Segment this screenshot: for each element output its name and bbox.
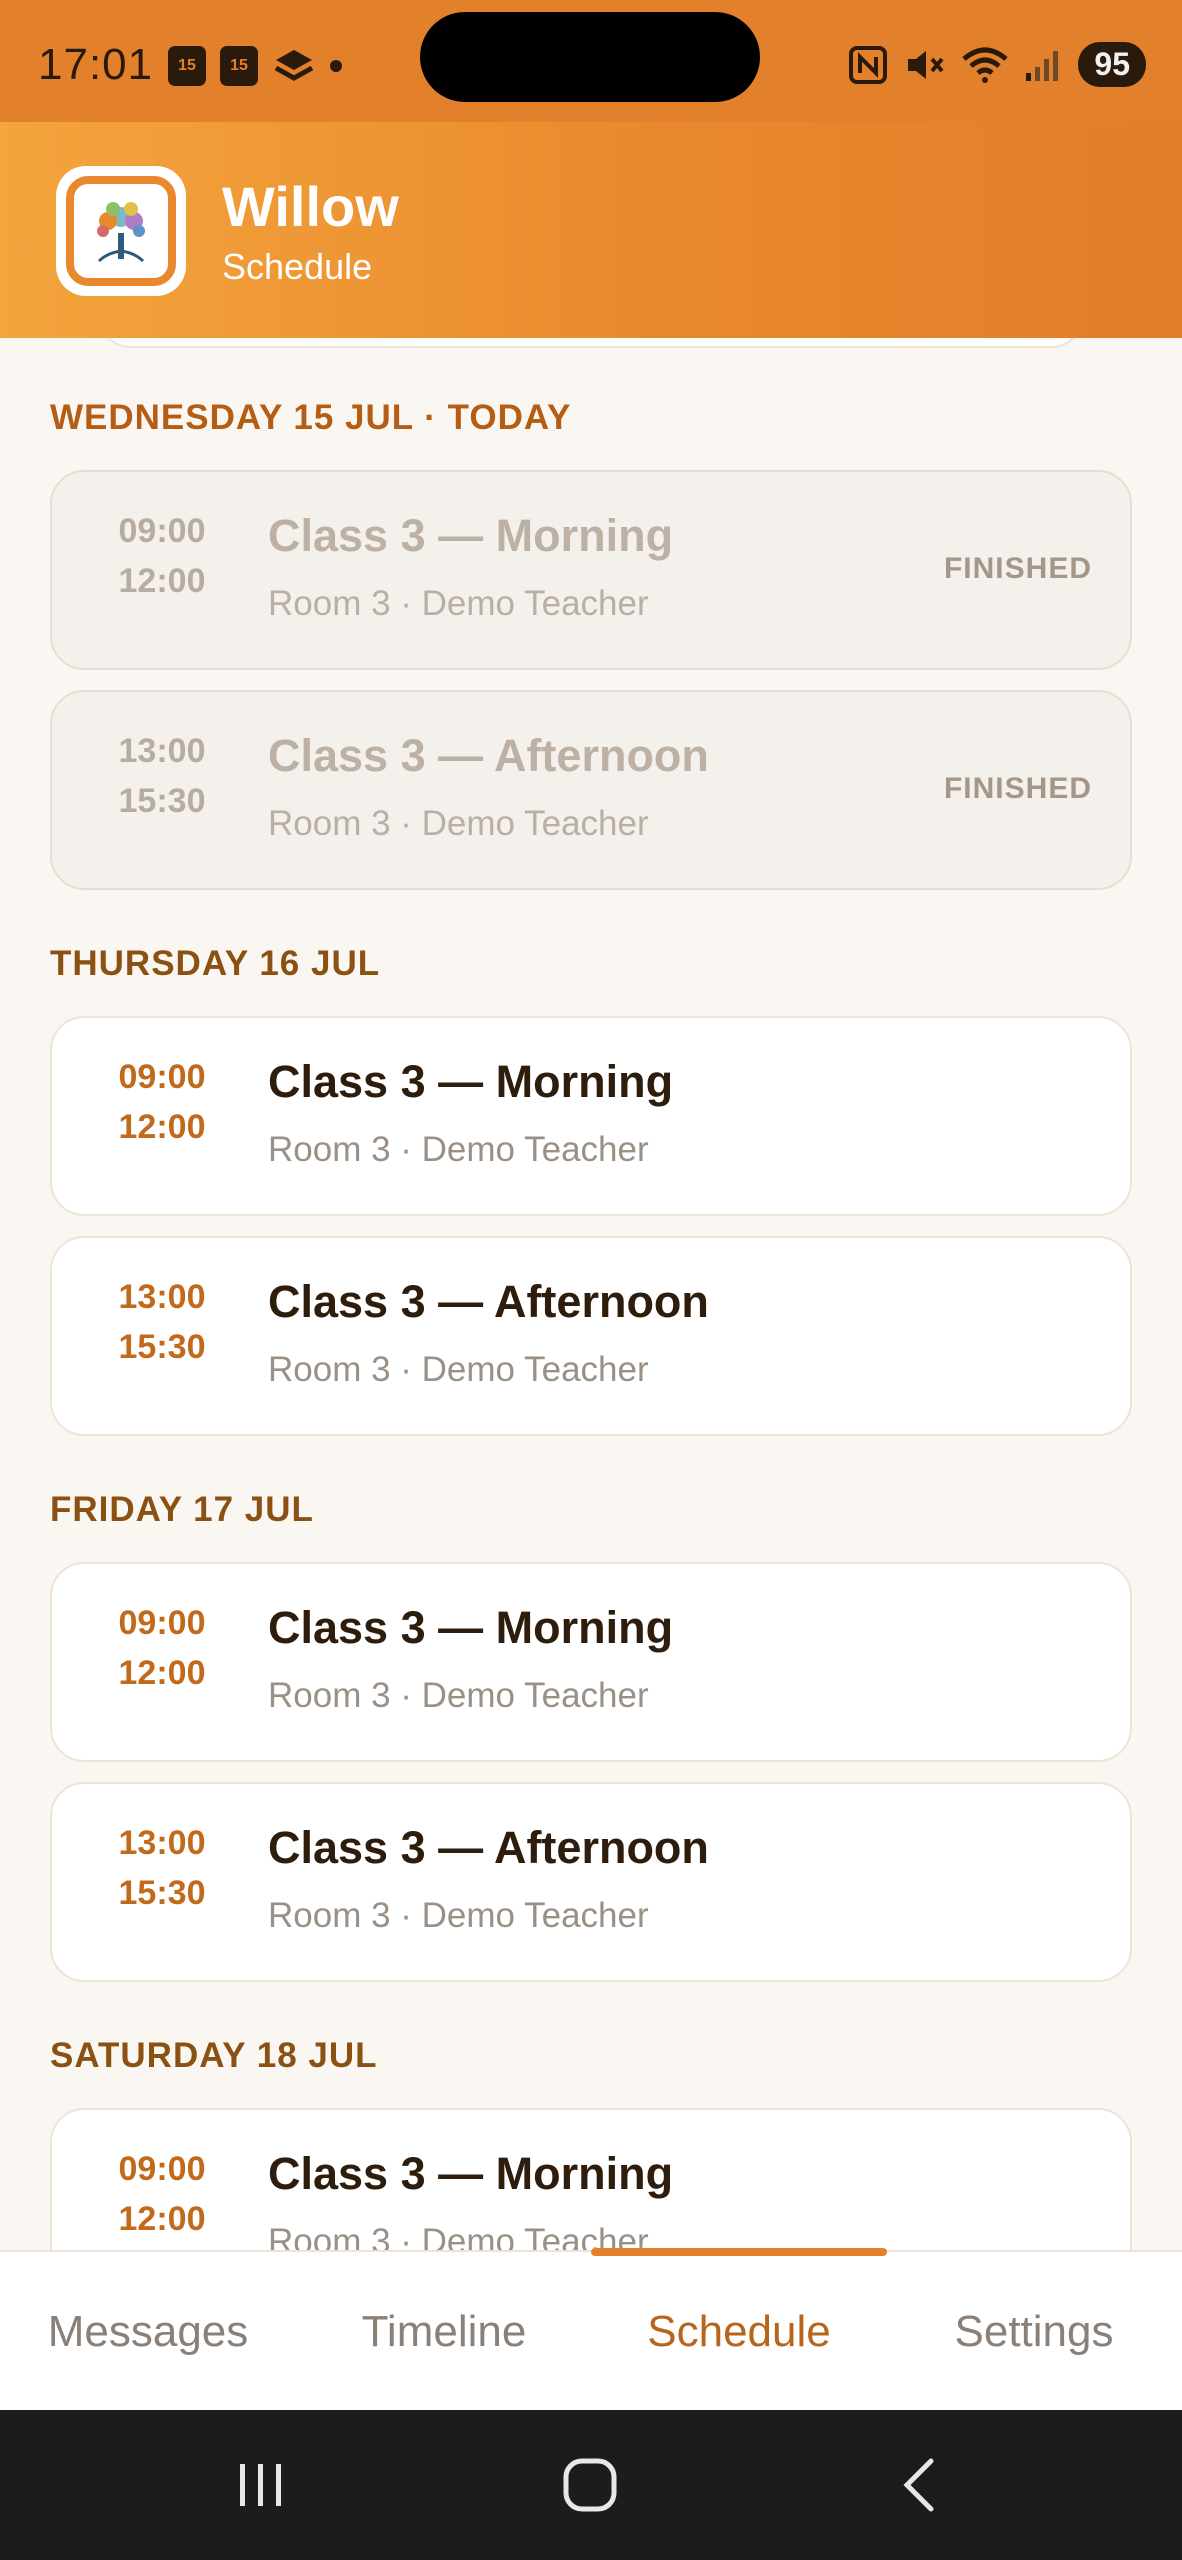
session-time: 09:00 12:00 (110, 506, 214, 606)
mute-icon (908, 50, 944, 79)
recents-icon (240, 2464, 281, 2506)
session-card[interactable]: 09:00 12:00 Class 3 — Morning Room 3 · D… (50, 1562, 1132, 1762)
session-time: 09:00 12:00 (110, 1598, 214, 1698)
session-card[interactable]: 09:00 12:00 Class 3 — Morning Room 3 · D… (50, 470, 1132, 670)
schedule-list[interactable]: WEDNESDAY 15 JUL · TODAY 09:00 12:00 Cla… (0, 338, 1182, 2250)
session-title: Class 3 — Afternoon (268, 1276, 709, 1327)
status-badge: FINISHED (943, 552, 1092, 585)
session-meta: Room 3 · Demo Teacher (268, 1130, 649, 1169)
end-time: 12:00 (118, 2200, 206, 2238)
more-notifications-dot (330, 60, 342, 72)
end-time: 15:30 (118, 782, 206, 820)
camera-notch (420, 12, 760, 102)
system-icons: 95 (848, 42, 1146, 87)
back-icon (903, 2458, 934, 2512)
signal-icon (1026, 50, 1059, 81)
session-card[interactable]: 13:00 15:30 Class 3 — Afternoon Room 3 ·… (50, 1782, 1132, 1982)
session-card[interactable]: 09:00 12:00 Class 3 — Morning Room 3 · D… (50, 2108, 1132, 2250)
session-title: Class 3 — Morning (268, 510, 674, 561)
status-badge: FINISHED (943, 772, 1092, 805)
session-time: 09:00 12:00 (110, 2144, 214, 2244)
layers-icon (274, 50, 314, 81)
app-subtitle: Schedule (222, 246, 373, 287)
day-header: SATURDAY 18 JUL (50, 2036, 378, 2075)
tab-messages[interactable]: Messages (0, 2252, 296, 2412)
home-button[interactable] (540, 2452, 640, 2518)
session-meta: Room 3 · Demo Teacher (268, 1350, 649, 1389)
session-card[interactable]: 13:00 15:30 Class 3 — Afternoon Room 3 ·… (50, 690, 1132, 890)
tab-schedule[interactable]: Schedule (591, 2252, 887, 2412)
session-meta: Room 3 · Demo Teacher (268, 1676, 649, 1715)
session-title: Class 3 — Morning (268, 2148, 674, 2199)
start-time: 09:00 (118, 1604, 206, 1642)
tab-settings[interactable]: Settings (886, 2252, 1182, 2412)
session-meta: Room 3 · Demo Teacher (268, 2222, 649, 2250)
start-time: 13:00 (118, 732, 206, 770)
status-time: 17:01 (38, 40, 154, 89)
end-time: 12:00 (118, 1654, 206, 1692)
app-header: Willow Schedule (0, 122, 1182, 338)
session-meta: Room 3 · Demo Teacher (268, 584, 649, 623)
calendar-icon: 15 (168, 46, 206, 86)
screen: 17:01 15 15 95 Willow Schedule WEDNESDAY… (0, 0, 1182, 2560)
session-time: 13:00 15:30 (110, 1818, 214, 1918)
session-title: Class 3 — Afternoon (268, 1822, 709, 1873)
session-time: 09:00 12:00 (110, 1052, 214, 1152)
start-time: 09:00 (118, 1058, 206, 1096)
home-icon (563, 2458, 617, 2512)
session-title: Class 3 — Morning (268, 1602, 674, 1653)
session-time: 13:00 15:30 (110, 726, 214, 826)
wifi-icon (962, 47, 1009, 83)
back-button[interactable] (870, 2452, 970, 2518)
session-title: Class 3 — Morning (268, 1056, 674, 1107)
bottom-tab-bar: Messages Timeline Schedule Settings (0, 2248, 1182, 2412)
session-card[interactable]: 09:00 12:00 Class 3 — Morning Room 3 · D… (50, 1016, 1132, 1216)
tab-timeline[interactable]: Timeline (296, 2252, 592, 2412)
session-meta: Room 3 · Demo Teacher (268, 804, 649, 843)
system-navigation-bar (0, 2410, 1182, 2560)
app-title: Willow (222, 175, 399, 238)
app-logo (56, 166, 186, 296)
battery-icon: 95 (1078, 42, 1146, 87)
start-time: 13:00 (118, 1278, 206, 1316)
previous-card-edge (100, 338, 1082, 348)
start-time: 13:00 (118, 1824, 206, 1862)
nfc-icon (849, 45, 888, 84)
tree-logo-icon (97, 202, 145, 263)
notification-icons: 15 15 (168, 46, 342, 86)
start-time: 09:00 (118, 512, 206, 550)
calendar-icon: 15 (220, 46, 258, 86)
start-time: 09:00 (118, 2150, 206, 2188)
session-meta: Room 3 · Demo Teacher (268, 1896, 649, 1935)
end-time: 15:30 (118, 1874, 206, 1912)
session-card[interactable]: 13:00 15:30 Class 3 — Afternoon Room 3 ·… (50, 1236, 1132, 1436)
recents-button[interactable] (210, 2452, 310, 2518)
day-header: FRIDAY 17 JUL (50, 1490, 314, 1529)
end-time: 12:00 (118, 1108, 206, 1146)
session-time: 13:00 15:30 (110, 1272, 214, 1372)
session-title: Class 3 — Afternoon (268, 730, 709, 781)
day-header: WEDNESDAY 15 JUL · TODAY (50, 398, 572, 437)
end-time: 15:30 (118, 1328, 206, 1366)
status-bar: 17:01 15 15 95 (0, 0, 1182, 122)
day-header: THURSDAY 16 JUL (50, 944, 381, 983)
end-time: 12:00 (118, 562, 206, 600)
